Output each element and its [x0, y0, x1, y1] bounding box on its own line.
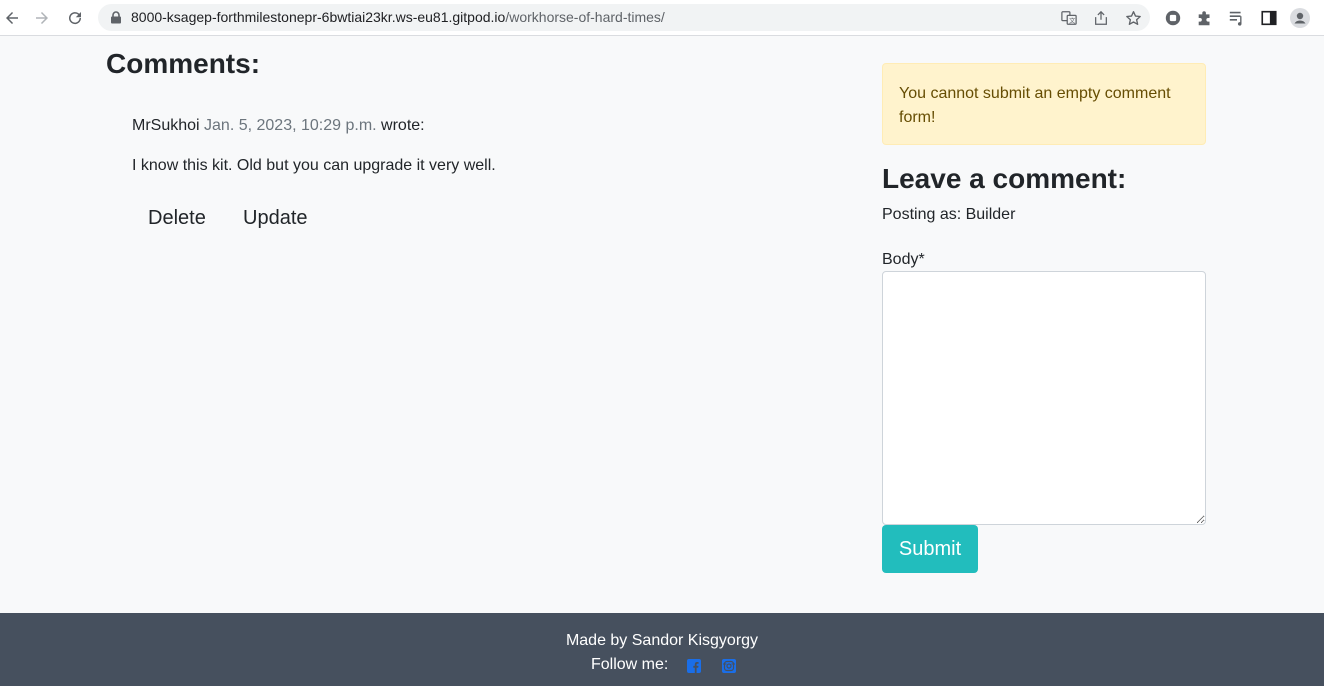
facebook-icon[interactable] — [686, 658, 701, 673]
back-icon[interactable] — [0, 6, 24, 30]
url-host: 8000-ksagep-forthmilestonepr-6bwtiai23kr… — [131, 9, 506, 25]
profile-icon[interactable] — [1290, 8, 1310, 28]
star-icon[interactable] — [1124, 9, 1142, 27]
url-path: /workhorse-of-hard-times/ — [505, 9, 665, 25]
puzzle-icon[interactable] — [1195, 8, 1215, 28]
follow-me-text: Follow me: — [591, 656, 669, 673]
empty-comment-alert: You cannot submit an empty comment form! — [882, 63, 1206, 145]
comment-wrote: wrote: — [381, 117, 425, 134]
media-queue-icon[interactable] — [1227, 8, 1247, 28]
comment-body: I know this kit. Old but you can upgrade… — [132, 157, 496, 174]
made-by-text: Made by Sandor Kisgyorgy — [565, 632, 759, 649]
address-bar[interactable]: 8000-ksagep-forthmilestonepr-6bwtiai23kr… — [98, 4, 1150, 31]
side-panel-icon[interactable] — [1259, 8, 1279, 28]
translate-icon[interactable]: 文 — [1060, 9, 1078, 27]
forward-icon[interactable] — [30, 6, 54, 30]
submit-button[interactable]: Submit — [882, 525, 978, 573]
lock-icon — [111, 11, 121, 24]
comment-body-textarea[interactable] — [882, 271, 1206, 525]
reload-icon[interactable] — [63, 6, 87, 30]
body-field-label: Body* — [882, 251, 925, 268]
update-comment-button[interactable]: Update — [243, 207, 308, 230]
leave-comment-heading: Leave a comment: — [882, 163, 1127, 194]
svg-text:文: 文 — [1069, 17, 1076, 25]
comment-author: MrSukhoi — [132, 117, 200, 134]
posting-as-text: Posting as: Builder — [882, 206, 1016, 223]
comment-date: Jan. 5, 2023, 10:29 p.m. — [204, 117, 377, 134]
comments-heading: Comments: — [106, 48, 261, 79]
url-text[interactable]: 8000-ksagep-forthmilestonepr-6bwtiai23kr… — [131, 9, 665, 25]
delete-comment-button[interactable]: Delete — [148, 207, 206, 230]
extension-circle-icon[interactable] — [1163, 8, 1183, 28]
page-footer: Made by Sandor Kisgyorgy Follow me: — [0, 613, 1324, 686]
share-icon[interactable] — [1092, 9, 1110, 27]
comment-meta: MrSukhoi Jan. 5, 2023, 10:29 p.m. wrote: — [132, 117, 425, 135]
browser-toolbar: 8000-ksagep-forthmilestonepr-6bwtiai23kr… — [0, 0, 1324, 36]
instagram-icon[interactable] — [721, 658, 736, 673]
